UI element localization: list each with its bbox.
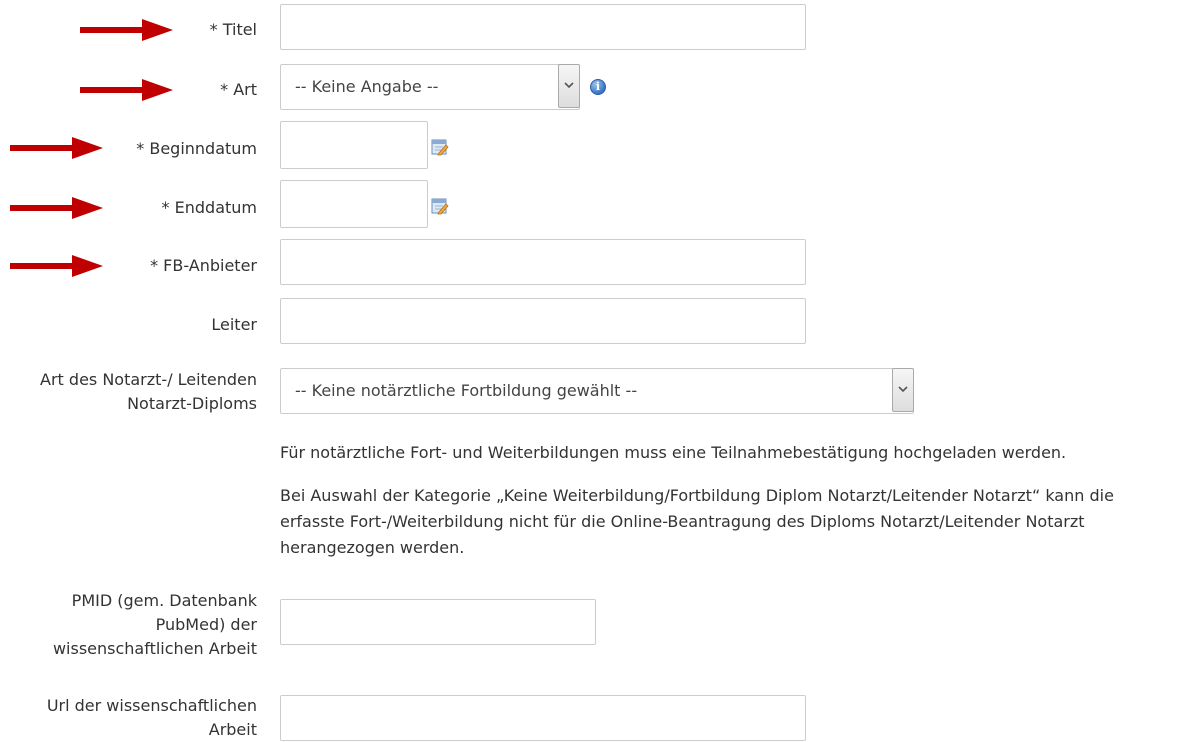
leiter-input[interactable] <box>281 299 805 343</box>
diplom-art-label: Art des Notarzt-/ Leitenden Notarzt-Dipl… <box>40 370 257 413</box>
red-arrow-icon <box>80 19 173 41</box>
chevron-down-icon[interactable] <box>892 368 914 412</box>
pmid-input[interactable] <box>281 600 595 644</box>
red-arrow-icon <box>10 255 103 277</box>
titel-label: * Titel <box>209 20 257 39</box>
category-notice: Bei Auswahl der Kategorie „Keine Weiterb… <box>280 486 1114 557</box>
red-arrow-icon <box>80 79 173 101</box>
beginndatum-label: * Beginndatum <box>136 139 257 158</box>
url-field-wrapper <box>280 695 806 741</box>
diplom-art-select-value: -- Keine notärztliche Fortbildung gewähl… <box>295 381 638 400</box>
enddatum-input[interactable] <box>281 181 427 227</box>
beginndatum-input[interactable] <box>281 122 427 168</box>
beginndatum-field-wrapper <box>280 121 428 169</box>
leiter-label: Leiter <box>211 315 257 334</box>
enddatum-label: * Enddatum <box>161 198 257 217</box>
titel-field-wrapper <box>280 4 806 50</box>
fb-anbieter-label: * FB-Anbieter <box>150 256 257 275</box>
red-arrow-icon <box>10 137 103 159</box>
chevron-down-icon[interactable] <box>558 64 580 108</box>
leiter-field-wrapper <box>280 298 806 344</box>
calendar-icon[interactable] <box>431 197 449 215</box>
art-select-value: -- Keine Angabe -- <box>295 77 439 96</box>
art-select[interactable]: -- Keine Angabe -- <box>280 64 580 110</box>
pmid-field-wrapper <box>280 599 596 645</box>
red-arrow-icon <box>10 197 103 219</box>
url-input[interactable] <box>281 696 805 740</box>
url-label: Url der wissenschaftlichen Arbeit <box>46 696 257 739</box>
enddatum-field-wrapper <box>280 180 428 228</box>
pmid-label: PMID (gem. Datenbank PubMed) der wissens… <box>52 591 257 658</box>
info-icon[interactable]: i <box>590 79 606 95</box>
fb-anbieter-input[interactable] <box>281 240 805 284</box>
titel-input[interactable] <box>281 5 805 49</box>
fb-anbieter-field-wrapper <box>280 239 806 285</box>
upload-notice: Für notärztliche Fort- und Weiterbildung… <box>280 443 1067 462</box>
diplom-art-select[interactable]: -- Keine notärztliche Fortbildung gewähl… <box>280 368 914 414</box>
calendar-icon[interactable] <box>431 138 449 156</box>
art-label: * Art <box>220 80 257 99</box>
